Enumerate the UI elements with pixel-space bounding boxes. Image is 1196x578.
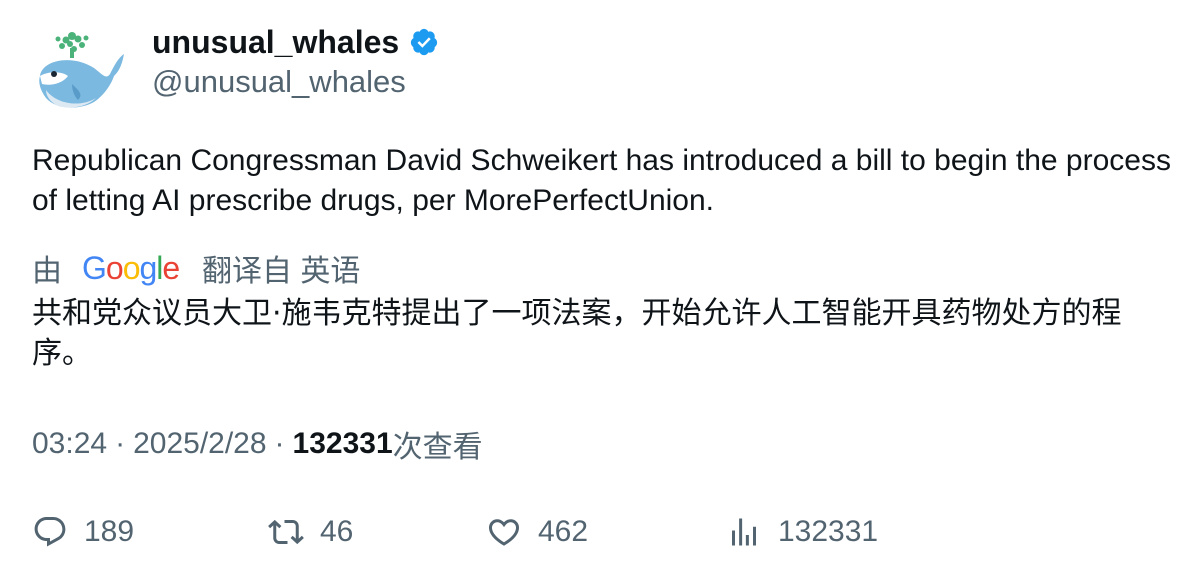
whale-avatar-icon	[39, 32, 124, 108]
author-display-name[interactable]: unusual_whales	[152, 22, 399, 62]
tweet-date[interactable]: 2025/2/28	[133, 427, 266, 461]
translated-tweet-text: 共和党众议员大卫·施韦克特提出了一项法案，开始允许人工智能开具药物处方的程序。	[32, 296, 1122, 371]
meta-separator: ·	[274, 427, 285, 460]
reply-count: 189	[84, 515, 135, 548]
verified-badge-icon[interactable]	[409, 27, 439, 57]
retweet-icon	[268, 519, 304, 545]
meta-separator: ·	[115, 427, 126, 460]
reply-icon	[34, 517, 66, 547]
author-handle[interactable]: @unusual_whales	[152, 62, 406, 102]
views-label: 次查看	[392, 431, 483, 464]
views-button[interactable]: 132331	[726, 510, 878, 554]
like-count: 462	[538, 515, 589, 548]
action-bar: 189 46 462 132331	[32, 510, 878, 554]
retweet-count: 46	[320, 515, 354, 548]
tweet-meta: 03:24 · 2025/2/28 · 132331 次查看	[32, 424, 483, 464]
reply-button[interactable]: 189	[32, 510, 268, 554]
google-logo: Google	[82, 249, 180, 286]
retweet-button[interactable]: 46	[268, 510, 486, 554]
tweet-text: Republican Congressman David Schweikert …	[32, 144, 1171, 217]
translation-source-label: 翻译自 英语	[202, 255, 361, 288]
avatar[interactable]	[32, 24, 128, 120]
like-button[interactable]: 462	[486, 510, 726, 554]
translation-by-label: 由	[32, 255, 62, 288]
views-action-count: 132331	[778, 515, 879, 548]
bar-chart-icon	[732, 518, 756, 546]
views-count: 132331	[292, 427, 393, 460]
translation-attribution: 由 Google 翻译自 英语	[32, 246, 360, 290]
author-name-row[interactable]: unusual_whales	[152, 22, 439, 62]
heart-icon	[488, 519, 520, 546]
tweet-time[interactable]: 03:24	[32, 427, 107, 461]
